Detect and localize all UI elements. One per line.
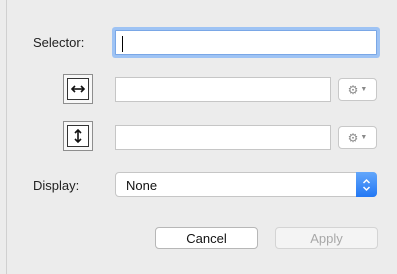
up-down-chevron-icon <box>356 172 377 197</box>
width-gear-menu-button[interactable]: ⚙ ▼ <box>338 78 377 101</box>
horizontal-arrows-icon <box>67 78 89 100</box>
height-input[interactable] <box>115 125 331 150</box>
properties-panel: Selector: ⚙ ▼ ⚙ ▼ Display: None Cancel A… <box>6 0 397 274</box>
selector-input[interactable] <box>115 30 377 55</box>
display-select-value: None <box>126 178 158 193</box>
gear-icon: ⚙ <box>347 130 359 145</box>
cancel-button[interactable]: Cancel <box>155 227 258 249</box>
gear-icon: ⚙ <box>347 82 359 97</box>
chevron-down-icon: ▼ <box>360 134 368 141</box>
display-label: Display: <box>33 178 80 193</box>
apply-button[interactable]: Apply <box>275 227 378 249</box>
selector-label: Selector: <box>33 35 85 50</box>
height-gear-menu-button[interactable]: ⚙ ▼ <box>338 126 377 149</box>
vertical-arrows-icon <box>67 125 89 147</box>
width-toggle-button[interactable] <box>63 74 93 104</box>
chevron-down-icon: ▼ <box>360 86 368 93</box>
width-input[interactable] <box>115 77 331 102</box>
height-toggle-button[interactable] <box>63 121 93 151</box>
text-caret <box>122 36 123 52</box>
display-select[interactable]: None <box>115 172 377 197</box>
